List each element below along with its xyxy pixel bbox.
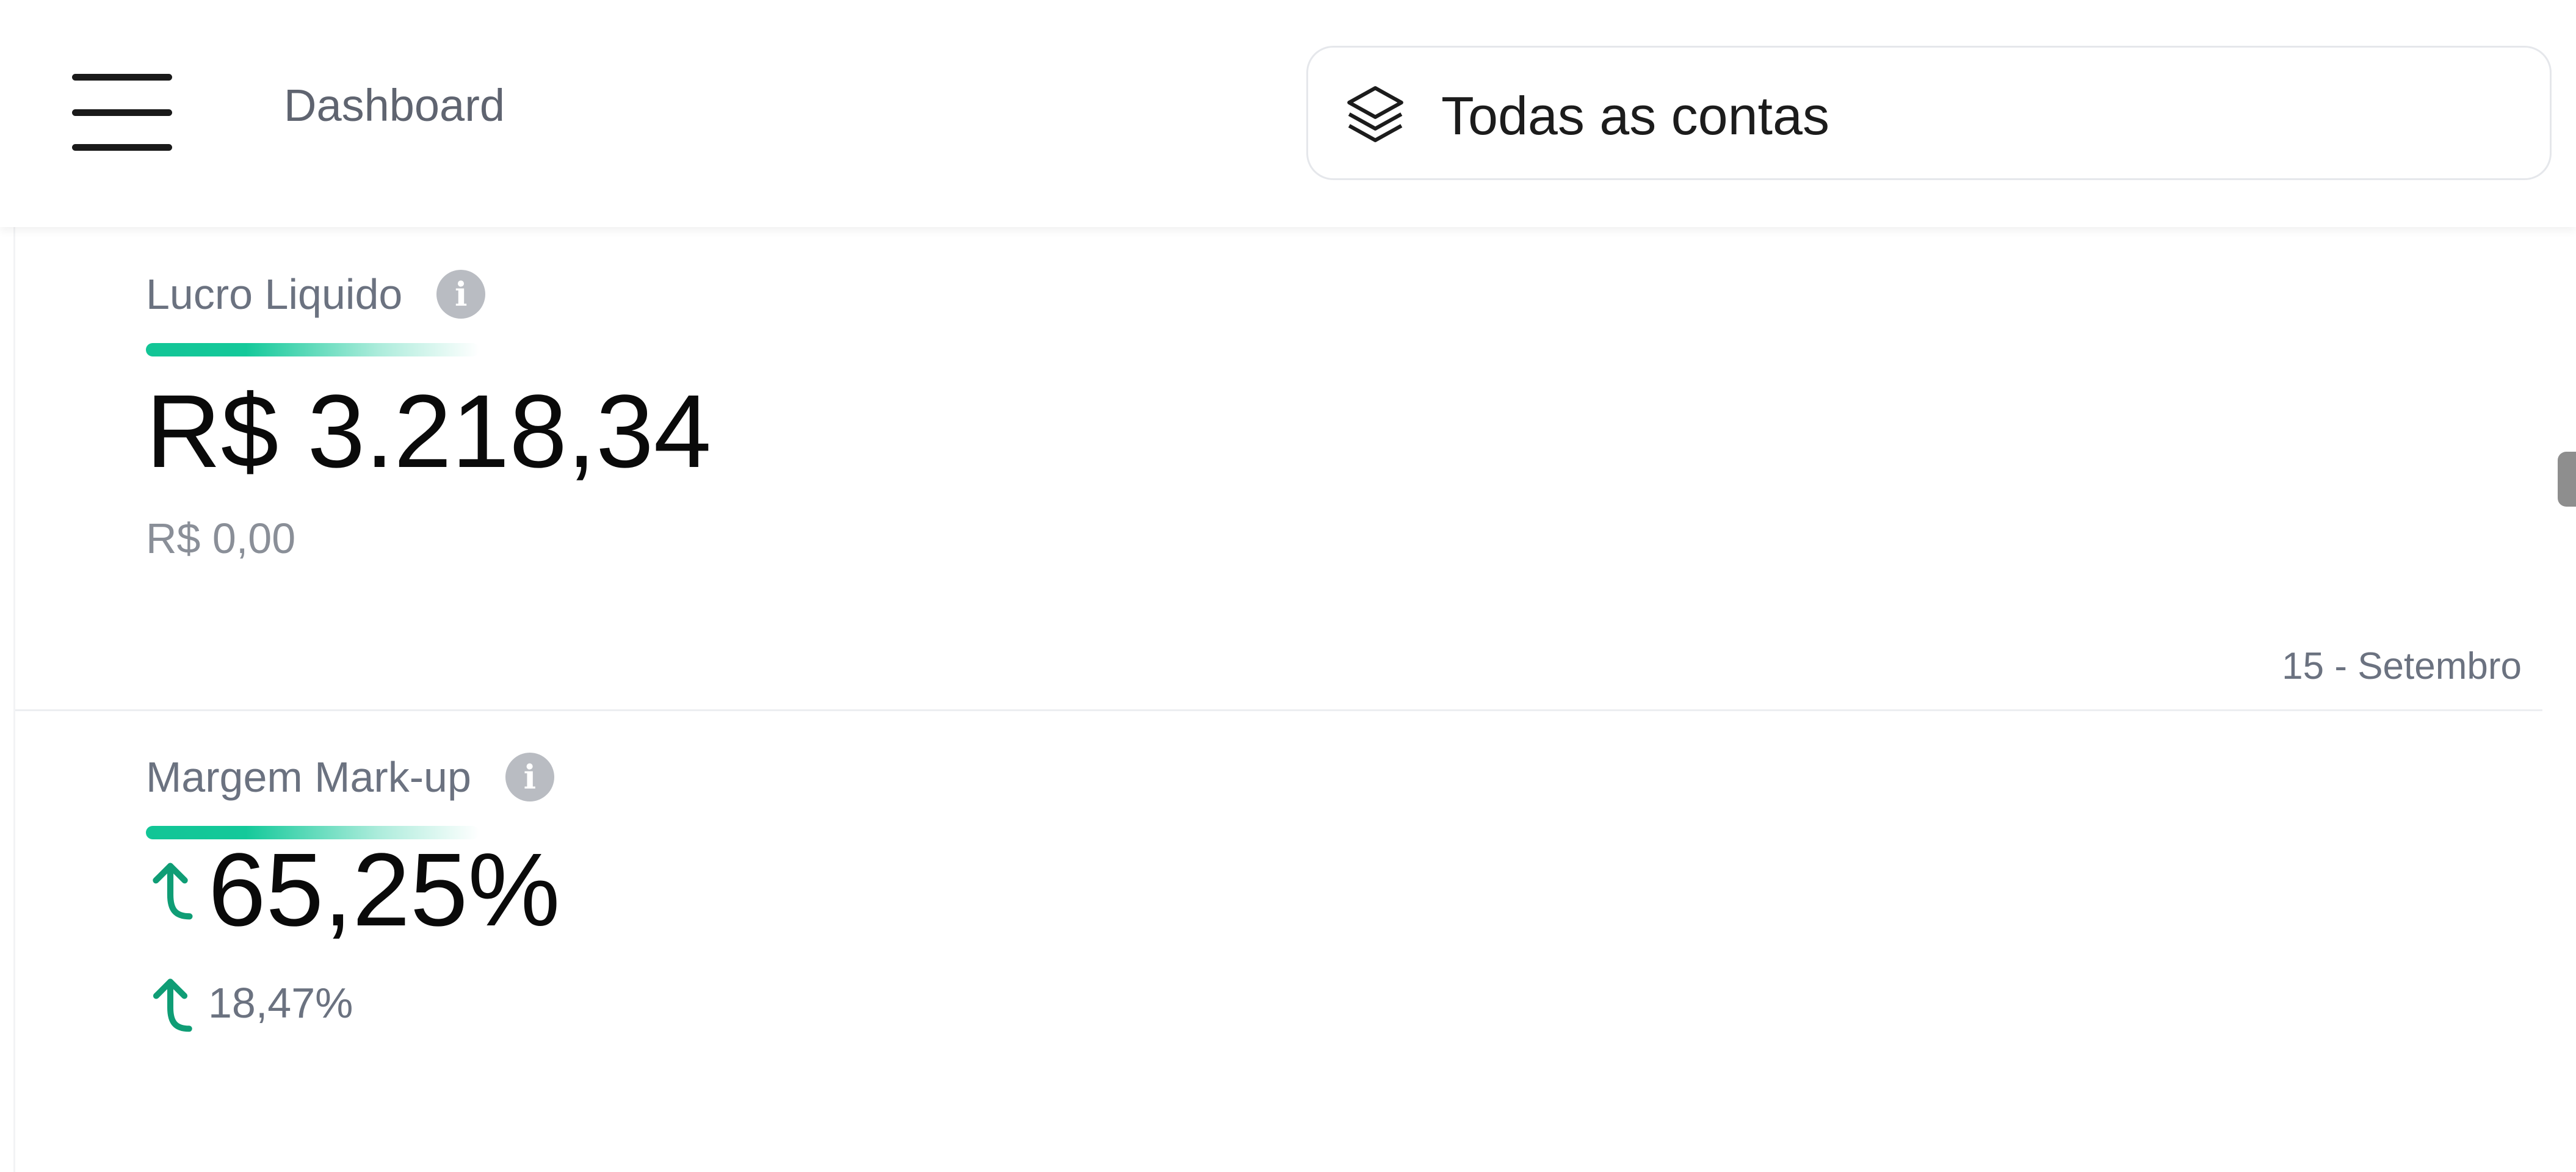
info-icon[interactable]: i — [505, 753, 554, 801]
account-selector[interactable]: Todas as contas — [1306, 46, 2552, 180]
net-profit-label-row: Lucro Liquido i — [146, 264, 486, 325]
layers-icon — [1347, 86, 1403, 142]
markup-margin-comparison: 18,47% — [208, 979, 353, 1027]
trend-up-arrow-icon — [153, 863, 193, 920]
markup-margin-comparison-row: 18,47% — [146, 972, 353, 1033]
scrollbar-thumb[interactable] — [2558, 452, 2576, 507]
net-profit-label: Lucro Liquido — [146, 270, 403, 318]
page-title: Dashboard — [284, 80, 505, 131]
top-navigation-bar: Dashboard Todas as contas — [0, 0, 2576, 227]
markup-margin-value-row: 65,25% — [146, 829, 560, 951]
markup-margin-value: 65,25% — [208, 832, 560, 948]
net-profit-comparison: R$ 0,00 — [146, 515, 296, 562]
hamburger-menu-icon[interactable] — [72, 72, 172, 153]
period-date-label: 15 - Setembro — [2282, 645, 2522, 687]
markup-margin-label-row: Margem Mark-up i — [146, 747, 554, 808]
account-selector-label: Todas as contas — [1441, 85, 1829, 146]
markup-margin-card: Margem Mark-up i 65,25% 18,47% — [15, 713, 2542, 1172]
info-icon[interactable]: i — [436, 270, 486, 319]
net-profit-value: R$ 3.218,34 — [146, 374, 712, 490]
net-profit-card: Lucro Liquido i R$ 3.218,34 R$ 0,00 15 -… — [15, 227, 2542, 711]
trend-up-arrow-icon — [153, 978, 192, 1032]
markup-margin-label: Margem Mark-up — [146, 753, 471, 801]
dashboard-content: Lucro Liquido i R$ 3.218,34 R$ 0,00 15 -… — [13, 227, 2542, 1172]
accent-underline — [146, 343, 479, 356]
